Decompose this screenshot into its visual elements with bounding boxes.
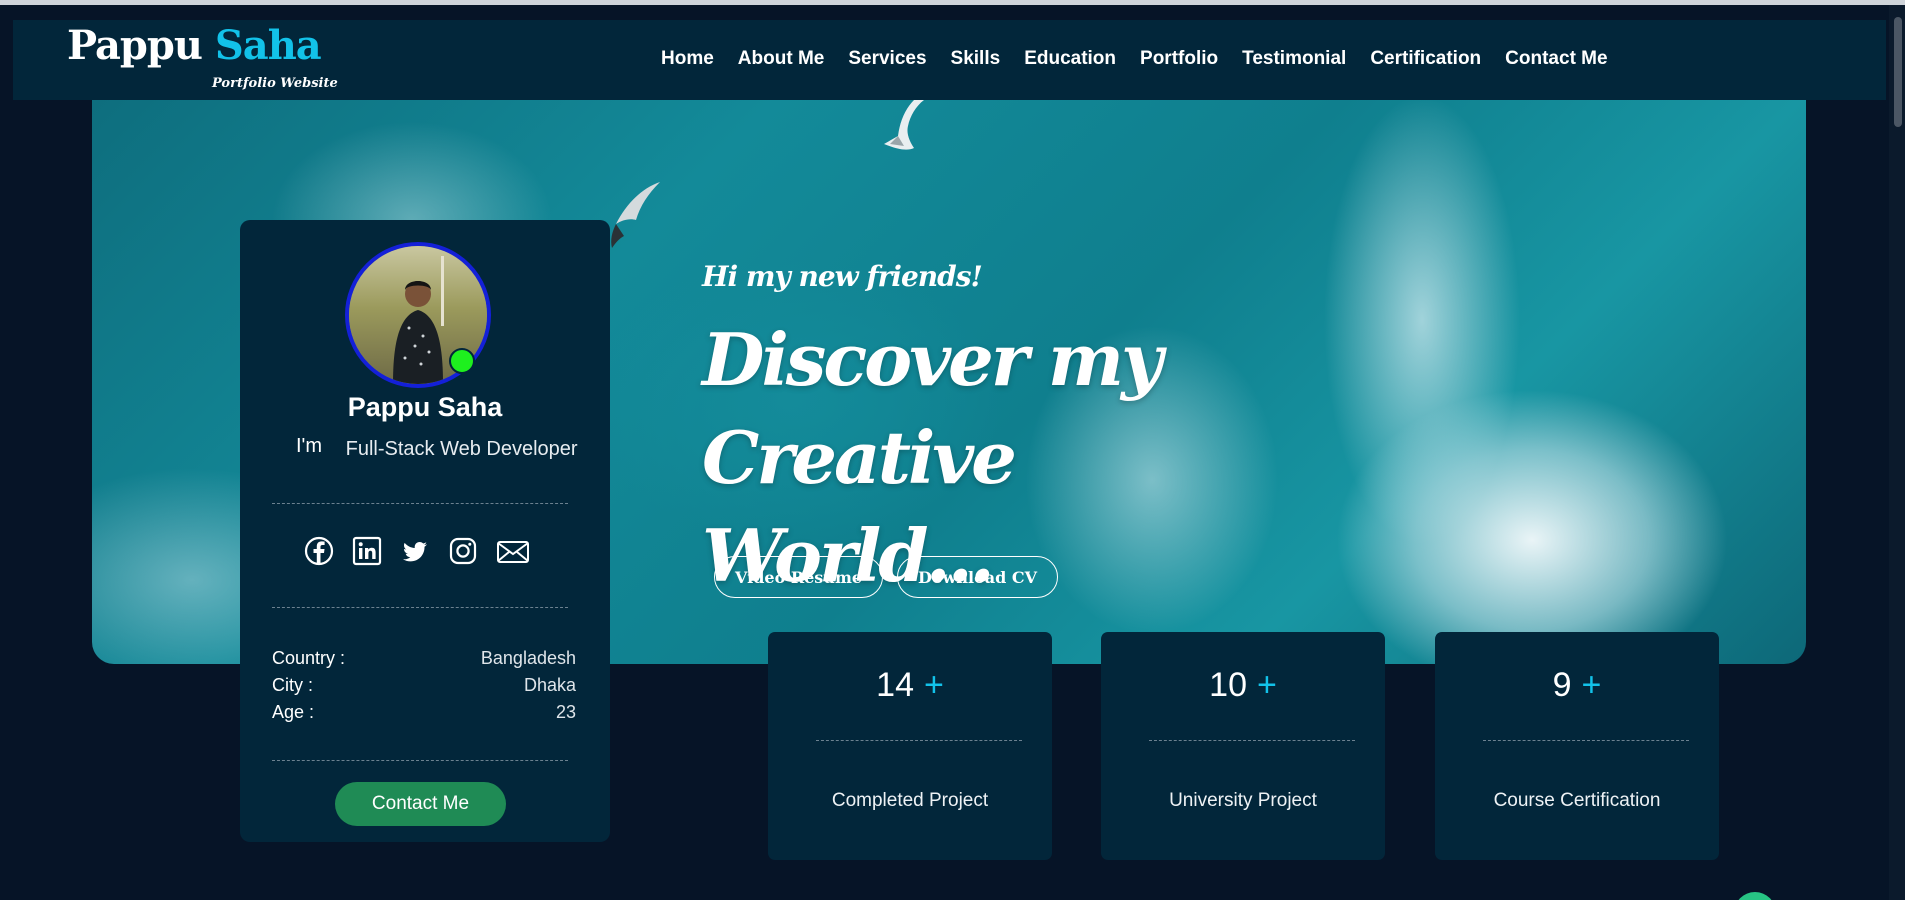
hero-buttons: Video Resume Download CV [714, 556, 1059, 598]
nav-contact-me[interactable]: Contact Me [1505, 48, 1607, 70]
stat-card-course-certifications: 9 + Course Certification [1435, 632, 1719, 860]
info-value: 23 [555, 702, 576, 722]
stat-card-university-projects: 10 + University Project [1101, 632, 1385, 860]
navbar: Pappu Saha Portfolio Website Home About … [13, 20, 1886, 100]
info-value: Dhaka [523, 675, 576, 695]
seagull-wing-icon [611, 182, 660, 248]
logo-first-name: Pappu [67, 22, 203, 69]
stat-label: Completed Project [831, 790, 989, 811]
nav-portfolio[interactable]: Portfolio [1140, 48, 1218, 70]
stat-plus: + [1256, 666, 1277, 704]
stat-number: 14 [876, 666, 914, 704]
stat-number: 10 [1209, 666, 1247, 704]
window-top-edge [0, 0, 1905, 5]
profile-role: Full-Stack Web Developer [345, 438, 578, 460]
hero-greeting: Hi my new friends! [702, 260, 983, 293]
info-row-age: Age : 23 [272, 702, 576, 729]
divider [272, 503, 568, 504]
profile-role-prefix: I'm [296, 435, 323, 457]
stat-plus: + [1581, 666, 1602, 704]
stat-value: 10 + [1101, 666, 1385, 705]
logo-last-name: Saha [214, 22, 322, 69]
instagram-icon[interactable] [448, 536, 478, 566]
linkedin-icon[interactable] [352, 536, 382, 566]
info-row-country: Country : Bangladesh [272, 648, 576, 675]
stat-value: 14 + [768, 666, 1052, 705]
stat-divider [816, 740, 1022, 741]
nav-skills[interactable]: Skills [951, 48, 1001, 70]
info-label: City : [272, 675, 314, 695]
info-row-city: City : Dhaka [272, 675, 576, 702]
nav-menu: Home About Me Services Skills Education … [661, 48, 1608, 70]
avatar-wrap [345, 242, 491, 388]
stat-label: University Project [1169, 790, 1317, 811]
stat-number: 9 [1552, 666, 1572, 704]
stat-label: Course Certification [1493, 790, 1661, 811]
contact-me-button[interactable]: Contact Me [335, 782, 506, 826]
info-label: Country : [272, 648, 346, 668]
logo[interactable]: Pappu Saha Portfolio Website [67, 22, 338, 92]
twitter-icon[interactable] [400, 536, 430, 566]
stat-card-completed-projects: 14 + Completed Project [768, 632, 1052, 860]
logo-name: Pappu Saha [67, 22, 322, 69]
stat-value: 9 + [1435, 666, 1719, 705]
divider [272, 760, 568, 761]
profile-role-line: I'm Full-Stack Web Developer [296, 435, 578, 461]
hero-text: Hi my new friends! Discover my Creative … [702, 260, 1322, 605]
social-links [304, 536, 530, 566]
profile-card: Pappu Saha I'm Full-Stack Web Developer [240, 220, 610, 842]
stat-divider [1483, 740, 1689, 741]
nav-testimonial[interactable]: Testimonial [1242, 48, 1346, 70]
stat-plus: + [923, 666, 944, 704]
page-scrollbar[interactable] [1889, 5, 1905, 900]
info-label: Age : [272, 702, 315, 722]
scroll-to-top-button[interactable] [1734, 892, 1776, 900]
divider [272, 607, 568, 608]
email-icon[interactable] [496, 536, 530, 566]
seagull-icon [884, 100, 924, 150]
nav-services[interactable]: Services [848, 48, 926, 70]
stat-divider [1149, 740, 1355, 741]
info-value: Bangladesh [480, 648, 576, 668]
nav-certification[interactable]: Certification [1370, 48, 1481, 70]
nav-education[interactable]: Education [1024, 48, 1116, 70]
nav-about-me[interactable]: About Me [738, 48, 825, 70]
profile-name: Pappu Saha [347, 392, 503, 422]
profile-info: Country : Bangladesh City : Dhaka Age : … [272, 648, 576, 729]
video-resume-button[interactable]: Video Resume [714, 556, 884, 598]
facebook-icon[interactable] [304, 536, 334, 566]
download-cv-button[interactable]: Download CV [897, 556, 1059, 598]
logo-subtitle: Portfolio Website [212, 76, 338, 91]
online-status-dot [449, 348, 475, 374]
nav-home[interactable]: Home [661, 48, 714, 70]
scrollbar-thumb[interactable] [1894, 17, 1902, 127]
